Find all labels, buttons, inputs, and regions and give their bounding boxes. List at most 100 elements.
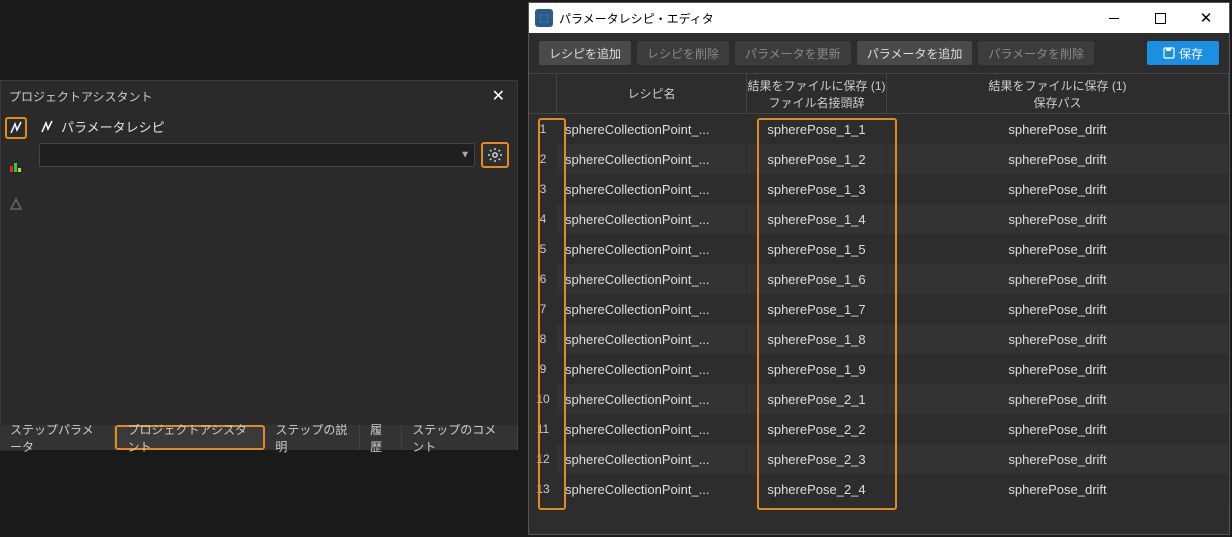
row-number[interactable]: 4 xyxy=(529,204,557,234)
cell-prefix[interactable]: spherePose_1_2 xyxy=(747,144,887,174)
table-row[interactable]: 13sphereCollectionPoint_...spherePose_2_… xyxy=(529,474,1229,504)
cell-prefix[interactable]: spherePose_1_4 xyxy=(747,204,887,234)
window-titlebar[interactable]: ⬚ パラメータレシピ・エディタ ✕ xyxy=(529,3,1229,33)
cell-prefix[interactable]: spherePose_1_3 xyxy=(747,174,887,204)
cell-path[interactable]: spherePose_drift xyxy=(887,444,1229,474)
close-icon[interactable]: ✕ xyxy=(488,86,509,106)
recipe-dropdown[interactable]: ▼ xyxy=(39,143,475,167)
row-number[interactable]: 6 xyxy=(529,264,557,294)
minimize-button[interactable] xyxy=(1091,3,1137,33)
table-row[interactable]: 9sphereCollectionPoint_...spherePose_1_9… xyxy=(529,354,1229,384)
cell-path[interactable]: spherePose_drift xyxy=(887,474,1229,504)
cell-path[interactable]: spherePose_drift xyxy=(887,204,1229,234)
cell-prefix[interactable]: spherePose_1_7 xyxy=(747,294,887,324)
row-number[interactable]: 3 xyxy=(529,174,557,204)
cell-recipe-name[interactable]: sphereCollectionPoint_... xyxy=(557,414,747,444)
cell-path[interactable]: spherePose_drift xyxy=(887,174,1229,204)
cell-recipe-name[interactable]: sphereCollectionPoint_... xyxy=(557,384,747,414)
cell-recipe-name[interactable]: sphereCollectionPoint_... xyxy=(557,444,747,474)
bars-tab-icon[interactable] xyxy=(5,155,27,177)
col-header-name[interactable]: レシピ名 xyxy=(557,74,747,113)
cell-prefix[interactable]: spherePose_2_2 xyxy=(747,414,887,444)
close-button[interactable]: ✕ xyxy=(1183,3,1229,33)
table-row[interactable]: 12sphereCollectionPoint_...spherePose_2_… xyxy=(529,444,1229,474)
recipe-label: パラメータレシピ xyxy=(61,117,165,136)
cell-path[interactable]: spherePose_drift xyxy=(887,264,1229,294)
row-number[interactable]: 2 xyxy=(529,144,557,174)
row-number[interactable]: 1 xyxy=(529,114,557,144)
recipe-table: レシピ名 結果をファイルに保存 (1) ファイル名接頭辞 結果をファイルに保存 … xyxy=(529,73,1229,534)
cell-prefix[interactable]: spherePose_1_6 xyxy=(747,264,887,294)
cell-recipe-name[interactable]: sphereCollectionPoint_... xyxy=(557,474,747,504)
delete-recipe-button[interactable]: レシピを削除 xyxy=(637,41,729,65)
col-header-prefix[interactable]: 結果をファイルに保存 (1) ファイル名接頭辞 xyxy=(747,74,887,113)
add-param-button[interactable]: パラメータを追加 xyxy=(857,41,973,65)
cell-recipe-name[interactable]: sphereCollectionPoint_... xyxy=(557,324,747,354)
cell-recipe-name[interactable]: sphereCollectionPoint_... xyxy=(557,204,747,234)
cell-prefix[interactable]: spherePose_1_9 xyxy=(747,354,887,384)
tab-step-desc[interactable]: ステップの説明 xyxy=(265,425,360,450)
panel-content: パラメータレシピ ▼ xyxy=(31,111,517,451)
recipe-tab-icon[interactable] xyxy=(5,117,27,139)
delete-param-button[interactable]: パラメータを削除 xyxy=(978,41,1094,65)
tab-step-params[interactable]: ステップパラメータ xyxy=(0,425,115,450)
shape-tab-icon[interactable] xyxy=(5,193,27,215)
table-row[interactable]: 5sphereCollectionPoint_...spherePose_1_5… xyxy=(529,234,1229,264)
cell-prefix[interactable]: spherePose_1_1 xyxy=(747,114,887,144)
cell-recipe-name[interactable]: sphereCollectionPoint_... xyxy=(557,264,747,294)
row-number[interactable]: 11 xyxy=(529,414,557,444)
cell-path[interactable]: spherePose_drift xyxy=(887,414,1229,444)
tab-step-comment[interactable]: ステップのコメント xyxy=(402,425,518,450)
cell-recipe-name[interactable]: sphereCollectionPoint_... xyxy=(557,234,747,264)
table-row[interactable]: 6sphereCollectionPoint_...spherePose_1_6… xyxy=(529,264,1229,294)
cell-prefix[interactable]: spherePose_2_4 xyxy=(747,474,887,504)
row-number[interactable]: 13 xyxy=(529,474,557,504)
cell-recipe-name[interactable]: sphereCollectionPoint_... xyxy=(557,144,747,174)
add-recipe-button[interactable]: レシピを追加 xyxy=(539,41,631,65)
app-icon: ⬚ xyxy=(535,9,553,27)
table-row[interactable]: 3sphereCollectionPoint_...spherePose_1_3… xyxy=(529,174,1229,204)
table-row[interactable]: 1sphereCollectionPoint_...spherePose_1_1… xyxy=(529,114,1229,144)
cell-path[interactable]: spherePose_drift xyxy=(887,294,1229,324)
cell-prefix[interactable]: spherePose_1_8 xyxy=(747,324,887,354)
project-assistant-panel: プロジェクトアシスタント ✕ パラメータレシピ xyxy=(0,80,518,450)
cell-recipe-name[interactable]: sphereCollectionPoint_... xyxy=(557,174,747,204)
table-row[interactable]: 11sphereCollectionPoint_...spherePose_2_… xyxy=(529,414,1229,444)
recipe-icon xyxy=(39,119,55,135)
update-param-button[interactable]: パラメータを更新 xyxy=(735,41,851,65)
row-number[interactable]: 7 xyxy=(529,294,557,324)
row-number[interactable]: 5 xyxy=(529,234,557,264)
cell-prefix[interactable]: spherePose_2_1 xyxy=(747,384,887,414)
row-number[interactable]: 12 xyxy=(529,444,557,474)
col-header-path[interactable]: 結果をファイルに保存 (1) 保存パス xyxy=(887,74,1229,113)
chevron-down-icon: ▼ xyxy=(460,150,470,161)
cell-path[interactable]: spherePose_drift xyxy=(887,114,1229,144)
toolbar: レシピを追加 レシピを削除 パラメータを更新 パラメータを追加 パラメータを削除… xyxy=(529,33,1229,73)
maximize-button[interactable] xyxy=(1137,3,1183,33)
tab-project-assistant[interactable]: プロジェクトアシスタント xyxy=(115,425,265,450)
table-row[interactable]: 4sphereCollectionPoint_...spherePose_1_4… xyxy=(529,204,1229,234)
table-row[interactable]: 10sphereCollectionPoint_...spherePose_2_… xyxy=(529,384,1229,414)
recipe-label-row: パラメータレシピ xyxy=(39,117,165,136)
cell-recipe-name[interactable]: sphereCollectionPoint_... xyxy=(557,114,747,144)
table-row[interactable]: 2sphereCollectionPoint_...spherePose_1_2… xyxy=(529,144,1229,174)
gear-icon xyxy=(487,147,503,163)
cell-recipe-name[interactable]: sphereCollectionPoint_... xyxy=(557,294,747,324)
settings-button[interactable] xyxy=(481,142,509,168)
cell-path[interactable]: spherePose_drift xyxy=(887,384,1229,414)
cell-path[interactable]: spherePose_drift xyxy=(887,324,1229,354)
row-number[interactable]: 10 xyxy=(529,384,557,414)
cell-path[interactable]: spherePose_drift xyxy=(887,144,1229,174)
table-row[interactable]: 7sphereCollectionPoint_...spherePose_1_7… xyxy=(529,294,1229,324)
row-number[interactable]: 9 xyxy=(529,354,557,384)
cell-recipe-name[interactable]: sphereCollectionPoint_... xyxy=(557,354,747,384)
cell-prefix[interactable]: spherePose_2_3 xyxy=(747,444,887,474)
cell-prefix[interactable]: spherePose_1_5 xyxy=(747,234,887,264)
save-button[interactable]: 保存 xyxy=(1147,41,1219,65)
table-row[interactable]: 8sphereCollectionPoint_...spherePose_1_8… xyxy=(529,324,1229,354)
tab-history[interactable]: 履歴 xyxy=(360,425,402,450)
cell-path[interactable]: spherePose_drift xyxy=(887,354,1229,384)
side-tabs xyxy=(1,111,31,451)
row-number[interactable]: 8 xyxy=(529,324,557,354)
cell-path[interactable]: spherePose_drift xyxy=(887,234,1229,264)
